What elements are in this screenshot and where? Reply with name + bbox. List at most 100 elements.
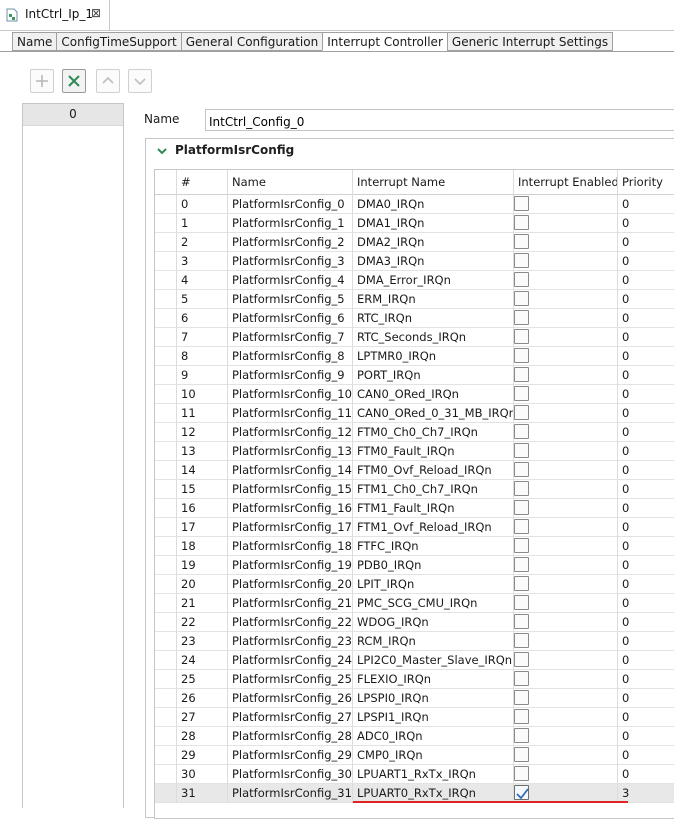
row-priority[interactable]: 0	[618, 651, 674, 670]
table-row[interactable]: 8 PlatformIsrConfig_8 LPTMR0_IRQn 0	[155, 347, 674, 366]
row-interrupt-name[interactable]: RCM_IRQn	[353, 632, 514, 651]
row-interrupt-name[interactable]: LPSPI1_IRQn	[353, 708, 514, 727]
table-row[interactable]: 29 PlatformIsrConfig_29 CMP0_IRQn 0	[155, 746, 674, 765]
interrupt-enabled-checkbox[interactable]	[514, 253, 529, 268]
table-row[interactable]: 6 PlatformIsrConfig_6 RTC_IRQn 0	[155, 309, 674, 328]
table-row[interactable]: 10 PlatformIsrConfig_10 CAN0_ORed_IRQn 0	[155, 385, 674, 404]
interrupt-enabled-checkbox[interactable]	[514, 557, 529, 572]
interrupt-enabled-checkbox[interactable]	[514, 367, 529, 382]
row-name[interactable]: PlatformIsrConfig_5	[228, 290, 353, 309]
row-name[interactable]: PlatformIsrConfig_18	[228, 537, 353, 556]
row-interrupt-name[interactable]: LPTMR0_IRQn	[353, 347, 514, 366]
table-row[interactable]: 25 PlatformIsrConfig_25 FLEXIO_IRQn 0	[155, 670, 674, 689]
row-priority[interactable]: 0	[618, 366, 674, 385]
row-priority[interactable]: 0	[618, 708, 674, 727]
row-name[interactable]: PlatformIsrConfig_2	[228, 233, 353, 252]
row-name[interactable]: PlatformIsrConfig_19	[228, 556, 353, 575]
row-priority[interactable]: 0	[618, 632, 674, 651]
row-priority[interactable]: 0	[618, 461, 674, 480]
column-header-priority[interactable]: Priority	[618, 170, 674, 195]
row-name[interactable]: PlatformIsrConfig_24	[228, 651, 353, 670]
interrupt-enabled-checkbox[interactable]	[514, 633, 529, 648]
row-priority[interactable]: 0	[618, 746, 674, 765]
interrupt-enabled-checkbox[interactable]	[514, 519, 529, 534]
interrupt-enabled-checkbox[interactable]	[514, 785, 529, 800]
table-row[interactable]: 7 PlatformIsrConfig_7 RTC_Seconds_IRQn 0	[155, 328, 674, 347]
row-name[interactable]: PlatformIsrConfig_25	[228, 670, 353, 689]
row-interrupt-name[interactable]: FTM0_Ch0_Ch7_IRQn	[353, 423, 514, 442]
row-priority[interactable]: 0	[618, 347, 674, 366]
row-name[interactable]: PlatformIsrConfig_6	[228, 309, 353, 328]
row-interrupt-name[interactable]: RTC_IRQn	[353, 309, 514, 328]
tab-generic-interrupt-settings[interactable]: Generic Interrupt Settings	[446, 32, 614, 51]
table-row[interactable]: 21 PlatformIsrConfig_21 PMC_SCG_CMU_IRQn 0	[155, 594, 674, 613]
row-priority[interactable]: 0	[618, 271, 674, 290]
row-interrupt-name[interactable]: DMA1_IRQn	[353, 214, 514, 233]
tab-interrupt-controller[interactable]: Interrupt Controller	[322, 32, 447, 51]
table-row[interactable]: 27 PlatformIsrConfig_27 LPSPI1_IRQn 0	[155, 708, 674, 727]
row-priority[interactable]: 0	[618, 480, 674, 499]
row-interrupt-name[interactable]: CAN0_ORed_IRQn	[353, 385, 514, 404]
interrupt-enabled-checkbox[interactable]	[514, 500, 529, 515]
row-name[interactable]: PlatformIsrConfig_0	[228, 195, 353, 214]
interrupt-enabled-checkbox[interactable]	[514, 348, 529, 363]
row-interrupt-name[interactable]: PDB0_IRQn	[353, 556, 514, 575]
row-name[interactable]: PlatformIsrConfig_8	[228, 347, 353, 366]
row-name[interactable]: PlatformIsrConfig_7	[228, 328, 353, 347]
row-name[interactable]: PlatformIsrConfig_15	[228, 480, 353, 499]
interrupt-enabled-checkbox[interactable]	[514, 690, 529, 705]
row-name[interactable]: PlatformIsrConfig_16	[228, 499, 353, 518]
row-name[interactable]: PlatformIsrConfig_13	[228, 442, 353, 461]
interrupt-enabled-checkbox[interactable]	[514, 310, 529, 325]
row-name[interactable]: PlatformIsrConfig_3	[228, 252, 353, 271]
row-interrupt-name[interactable]: LPIT_IRQn	[353, 575, 514, 594]
interrupt-enabled-checkbox[interactable]	[514, 747, 529, 762]
interrupt-enabled-checkbox[interactable]	[514, 196, 529, 211]
row-name[interactable]: PlatformIsrConfig_1	[228, 214, 353, 233]
table-row[interactable]: 4 PlatformIsrConfig_4 DMA_Error_IRQn 0	[155, 271, 674, 290]
tab-general-configuration[interactable]: General Configuration	[180, 32, 323, 51]
row-interrupt-name[interactable]: LPUART1_RxTx_IRQn	[353, 765, 514, 784]
row-name[interactable]: PlatformIsrConfig_4	[228, 271, 353, 290]
table-row[interactable]: 23 PlatformIsrConfig_23 RCM_IRQn 0	[155, 632, 674, 651]
row-interrupt-name[interactable]: DMA0_IRQn	[353, 195, 514, 214]
row-priority[interactable]: 0	[618, 556, 674, 575]
row-priority[interactable]: 0	[618, 765, 674, 784]
row-interrupt-name[interactable]: ADC0_IRQn	[353, 727, 514, 746]
row-interrupt-name[interactable]: FTM1_Fault_IRQn	[353, 499, 514, 518]
table-row[interactable]: 15 PlatformIsrConfig_15 FTM1_Ch0_Ch7_IRQn 0	[155, 480, 674, 499]
interrupt-enabled-checkbox[interactable]	[514, 215, 529, 230]
row-name[interactable]: PlatformIsrConfig_30	[228, 765, 353, 784]
row-interrupt-name[interactable]: FTFC_IRQn	[353, 537, 514, 556]
row-priority[interactable]: 0	[618, 689, 674, 708]
table-row[interactable]: 19 PlatformIsrConfig_19 PDB0_IRQn 0	[155, 556, 674, 575]
row-name[interactable]: PlatformIsrConfig_20	[228, 575, 353, 594]
row-interrupt-name[interactable]: FTM0_Ovf_Reload_IRQn	[353, 461, 514, 480]
row-priority[interactable]: 0	[618, 613, 674, 632]
row-priority[interactable]: 0	[618, 195, 674, 214]
row-name[interactable]: PlatformIsrConfig_21	[228, 594, 353, 613]
row-interrupt-name[interactable]: LPSPI0_IRQn	[353, 689, 514, 708]
row-priority[interactable]: 0	[618, 537, 674, 556]
row-interrupt-name[interactable]: DMA2_IRQn	[353, 233, 514, 252]
row-priority[interactable]: 0	[618, 404, 674, 423]
row-priority[interactable]: 0	[618, 727, 674, 746]
interrupt-enabled-checkbox[interactable]	[514, 671, 529, 686]
interrupt-enabled-checkbox[interactable]	[514, 481, 529, 496]
add-button[interactable]	[30, 69, 54, 93]
move-down-button[interactable]	[128, 69, 152, 93]
table-row[interactable]: 31 PlatformIsrConfig_31 LPUART0_RxTx_IRQn 3	[155, 784, 674, 803]
row-interrupt-name[interactable]: PMC_SCG_CMU_IRQn	[353, 594, 514, 613]
table-row[interactable]: 16 PlatformIsrConfig_16 FTM1_Fault_IRQn 0	[155, 499, 674, 518]
remove-button[interactable]	[62, 69, 86, 93]
row-name[interactable]: PlatformIsrConfig_10	[228, 385, 353, 404]
row-interrupt-name[interactable]: RTC_Seconds_IRQn	[353, 328, 514, 347]
row-name[interactable]: PlatformIsrConfig_29	[228, 746, 353, 765]
row-interrupt-name[interactable]: FTM1_Ovf_Reload_IRQn	[353, 518, 514, 537]
name-field[interactable]	[205, 109, 674, 131]
table-row[interactable]: 9 PlatformIsrConfig_9 PORT_IRQn 0	[155, 366, 674, 385]
table-row[interactable]: 0 PlatformIsrConfig_0 DMA0_IRQn 0	[155, 195, 674, 214]
move-up-button[interactable]	[96, 69, 120, 93]
row-interrupt-name[interactable]: FTM1_Ch0_Ch7_IRQn	[353, 480, 514, 499]
table-row[interactable]: 14 PlatformIsrConfig_14 FTM0_Ovf_Reload_IR…	[155, 461, 674, 480]
